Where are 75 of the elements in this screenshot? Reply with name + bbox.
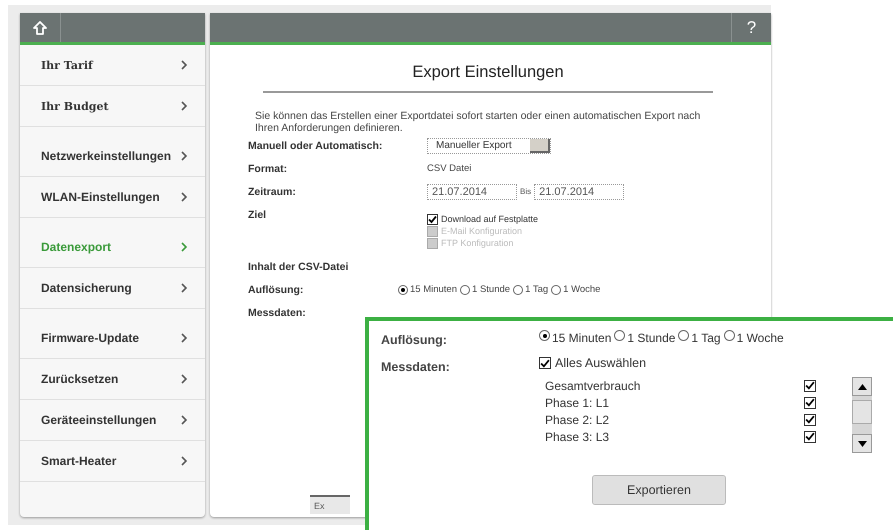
option-label: 1 Tag	[691, 331, 721, 345]
sidebar-item[interactable]: Ihr Budget	[20, 86, 205, 127]
chevron-icon	[180, 242, 188, 252]
measurement-checkbox[interactable]	[804, 414, 816, 426]
option-label: 1 Woche	[736, 331, 784, 345]
sidebar-item[interactable]: Smart-Heater	[20, 441, 205, 482]
chevron-icon	[180, 101, 188, 111]
radio-button[interactable]	[513, 284, 524, 294]
date-field[interactable]: 21.07.2014	[534, 184, 624, 200]
option-label: 15 Minuten	[410, 284, 458, 295]
measurement-checkbox[interactable]	[804, 396, 816, 408]
page-title: Export Einstellungen	[263, 63, 713, 93]
field-label: Ziel	[248, 209, 268, 221]
chevron-icon	[180, 283, 188, 293]
checkbox[interactable]	[427, 214, 438, 224]
date-field[interactable]: 21.07.2014	[427, 184, 517, 200]
radio-button[interactable]	[398, 284, 408, 294]
field-label: Messdaten:	[248, 306, 307, 318]
option-label: Alles Auswählen	[555, 356, 646, 370]
scroll-thumb[interactable]	[852, 400, 872, 424]
chevron-icon	[180, 332, 188, 342]
export-button[interactable]: Exportieren	[592, 475, 726, 505]
radio-button[interactable]	[551, 284, 562, 294]
export-button[interactable]: Ex	[310, 495, 350, 514]
option-label: 1 Stunde	[627, 331, 676, 345]
section-heading: Inhalt der CSV-Datei	[248, 260, 350, 272]
option-label: Download auf Festplatte	[441, 214, 538, 224]
mode-dropdown[interactable]: Manueller Export	[427, 138, 551, 154]
sidebar-item[interactable]: Firmware-Update	[20, 309, 205, 359]
up-arrow-icon	[858, 384, 866, 390]
sidebar-item[interactable]: Netzwerkeinstellungen	[20, 127, 205, 177]
option-label: E-Mail Konfiguration	[441, 226, 522, 236]
format-value: CSV Datei	[427, 163, 472, 174]
measurement-label: Phase 3: L3	[545, 430, 610, 444]
chevron-icon	[180, 192, 188, 202]
radio-button[interactable]	[724, 330, 735, 341]
chevron-icon	[180, 415, 188, 425]
scrollbar[interactable]	[852, 377, 872, 453]
sidebar-item[interactable]: Ihr Tarif	[20, 45, 205, 86]
field-label: Auflösung:	[381, 333, 448, 347]
down-arrow-icon	[858, 440, 866, 446]
field-label: Messdaten:	[381, 360, 451, 374]
radio-button[interactable]	[614, 330, 626, 341]
measurement-checkbox[interactable]	[804, 430, 816, 442]
field-label: Zeitraum:	[248, 186, 297, 198]
option-label: 1 Tag	[525, 284, 548, 295]
option-label: 1 Woche	[563, 284, 600, 295]
chevron-icon	[180, 456, 188, 466]
chevron-icon	[180, 60, 188, 70]
radio-button[interactable]	[678, 330, 690, 341]
scroll-up-button[interactable]	[852, 377, 872, 396]
option-label: 15 Minuten	[552, 331, 612, 345]
measurement-label: Gesamtverbrauch	[545, 378, 640, 392]
measurement-checkbox[interactable]	[804, 380, 816, 392]
chevron-icon	[180, 150, 188, 160]
sidebar-item[interactable]: Geräteeinstellungen	[20, 400, 205, 441]
option-label: FTP Konfiguration	[441, 238, 514, 248]
field-label: Auflösung:	[248, 284, 304, 296]
home-icon	[33, 20, 47, 34]
chevron-icon	[180, 374, 188, 384]
field-label: Manuell oder Automatisch:	[248, 140, 384, 152]
scroll-down-button[interactable]	[852, 434, 872, 453]
field-label: Format:	[248, 162, 288, 174]
range-separator: Bis	[520, 187, 532, 196]
checkbox[interactable]	[539, 357, 551, 369]
measurement-label: Phase 1: L1	[545, 396, 610, 410]
measurement-label: Phase 2: L2	[545, 412, 610, 426]
radio-button[interactable]	[539, 330, 550, 341]
help-button[interactable]: ?	[731, 13, 771, 42]
sidebar-item[interactable]: WLAN-Einstellungen	[20, 177, 205, 218]
description-text: Sie können das Erstellen einer Exportdatei sofort starten oder einen automatischen Export nach Ihren Anforderungen definieren.	[255, 110, 702, 134]
radio-button[interactable]	[460, 284, 470, 294]
sidebar-item[interactable]: Zurücksetzen	[20, 359, 205, 400]
sidebar-item[interactable]: Datensicherung	[20, 268, 205, 309]
option-label: 1 Stunde	[472, 284, 510, 295]
